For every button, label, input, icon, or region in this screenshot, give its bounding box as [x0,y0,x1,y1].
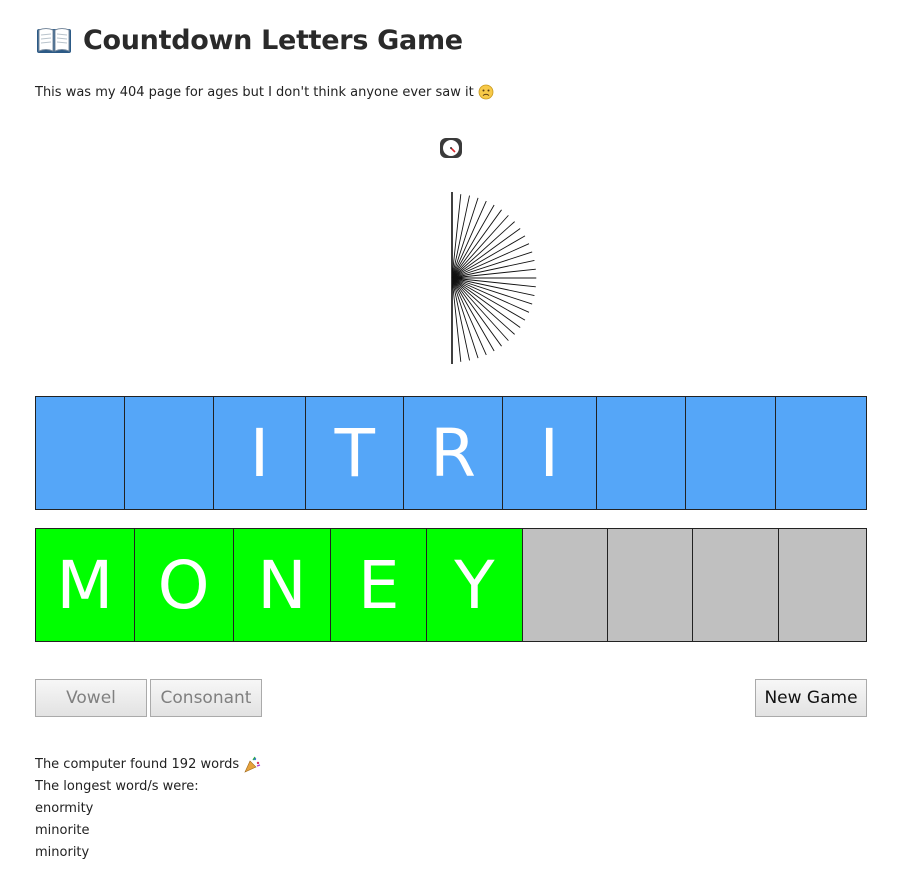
party-popper-icon [243,756,261,774]
guess-tile-4[interactable]: E [331,529,428,641]
letter-tile-7[interactable] [596,397,687,509]
letter-tile-6[interactable]: I [502,397,597,509]
guess-tile-3[interactable]: N [233,529,332,641]
letter-tile-8[interactable] [686,397,777,509]
guess-tile-6[interactable] [522,529,608,641]
letter-tile-9[interactable] [776,397,866,509]
words-list: enormity minorite minority [35,798,261,864]
longest-word: enormity [35,801,94,816]
stopwatch-icon [438,136,464,160]
sad-face-icon [478,84,494,100]
guess-tile-7[interactable] [607,529,694,641]
clock-ray [451,200,487,279]
countdown-clock [420,190,550,370]
clock-ray [451,277,487,356]
page-title: Countdown Letters Game [83,24,463,56]
vowel-button[interactable]: Vowel [35,679,147,717]
clock-ray [451,243,530,279]
found-text: The computer found 192 words [35,757,240,772]
page: Countdown Letters Game This was my 404 p… [0,0,909,880]
longest-word: minorite [35,823,90,838]
consonant-button[interactable]: Consonant [150,679,262,717]
letter-tile-5[interactable]: R [404,397,503,509]
letter-tile-4[interactable]: T [306,397,405,509]
longest-label: The longest word/s were: [35,779,199,794]
guess-tile-8[interactable] [693,529,780,641]
guess-tile-5[interactable]: Y [427,529,523,641]
letter-tile-2[interactable] [124,397,214,509]
longest-word: minority [35,845,90,860]
subtitle: This was my 404 page for ages but I don'… [35,84,494,100]
letter-tile-1[interactable] [36,397,125,509]
guess-tile-9[interactable] [779,529,866,641]
guess-tile-2[interactable]: O [134,529,234,641]
header: Countdown Letters Game [35,18,463,62]
subtitle-text: This was my 404 page for ages but I don'… [35,84,474,100]
letters-row: ITRI [35,396,867,510]
results: The computer found 192 words The longest… [35,754,261,864]
clock-ray [451,277,530,313]
open-book-icon [35,25,73,55]
guess-tile-1[interactable]: M [36,529,135,641]
new-game-button[interactable]: New Game [755,679,867,717]
letter-tile-3[interactable]: I [213,397,307,509]
guess-row: MONEY [35,528,867,642]
found-line: The computer found 192 words [35,754,261,776]
